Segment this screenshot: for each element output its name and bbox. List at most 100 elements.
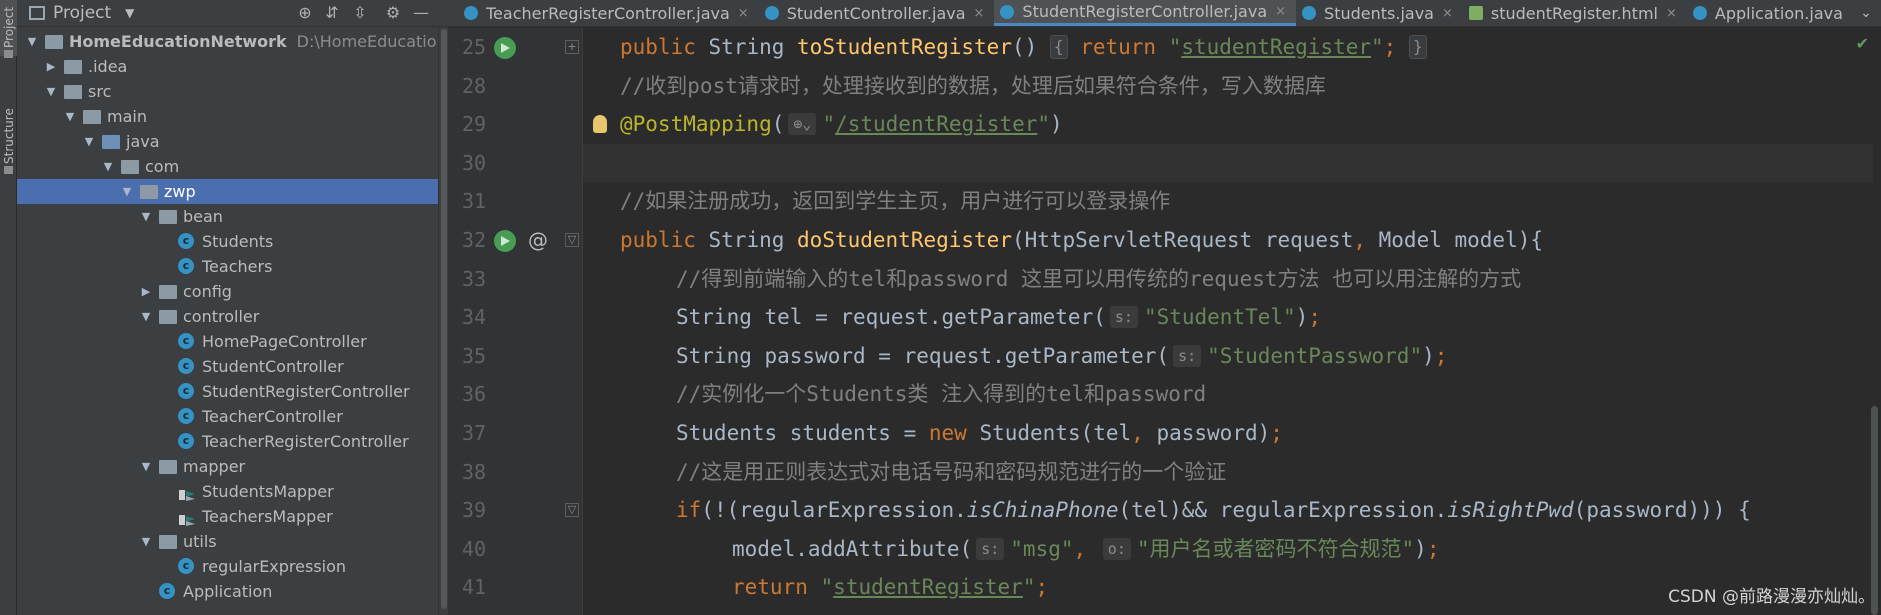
mapper-icon [178,484,196,501]
tree-node[interactable]: c StudentRegisterController [17,379,448,404]
line-number: 41 [461,575,487,599]
at-sign-icon[interactable]: @ [528,221,548,259]
code-line[interactable]: String tel = request.getParameter(s: "Stu… [583,298,1873,336]
tree-node[interactable]: ▼ bean [17,204,448,229]
structure-tool-tab[interactable]: Structure [0,86,17,174]
parameter-hint: s: [1173,345,1202,367]
code-line[interactable]: @PostMapping(⊕⌄ "/studentRegister") [583,105,1873,143]
tree-node[interactable]: c Application [17,579,448,604]
code-line[interactable]: //实例化一个Students类 注入得到的tel和password [583,375,1873,413]
lightbulb-icon[interactable] [593,115,607,133]
scrollbar-thumb[interactable] [441,29,447,609]
tree-node[interactable]: ▼ com [17,154,448,179]
tree-node[interactable]: ▶ .idea [17,54,448,79]
code-line[interactable]: Students students = new Students(tel, pa… [583,414,1873,452]
tree-node[interactable]: ▼ HomeEducationNetworkD:\HomeEducationNet… [17,29,448,54]
code-line[interactable]: String password = request.getParameter(s… [583,337,1873,375]
tree-node[interactable]: ▼ utils [17,529,448,554]
tree-node[interactable]: c TeacherRegisterController [17,429,448,454]
package-icon [159,460,177,474]
editor-tab[interactable]: Students.java × [1296,0,1463,26]
chevron-down-icon[interactable]: ▼ [101,154,115,179]
chevron-down-icon[interactable]: ▼ [44,79,58,104]
tree-node[interactable]: ▼ main [17,104,448,129]
minimize-icon[interactable]: — [411,4,431,22]
tree-node[interactable]: StudentsMapper [17,479,448,504]
close-icon[interactable]: × [1275,4,1286,19]
line-number: 35 [461,344,487,368]
tree-node[interactable]: c regularExpression [17,554,448,579]
collapse-all-icon[interactable]: ⇵ [322,4,342,22]
folded-block-brace[interactable]: { [1049,35,1068,59]
project-panel-scrollbar[interactable] [438,27,448,615]
code-line[interactable]: model.addAttribute(s: "msg", o: "用户名或者密码不符… [583,530,1873,568]
chevron-down-icon[interactable]: ▼ [139,204,153,229]
chevron-down-icon[interactable]: ▼ [25,29,39,54]
tree-node[interactable]: ▼ java [17,129,448,154]
code-editor[interactable]: 25 +28 29 30 31 32 @ ▽ 33 34 35 36 37 38 39 ▽ 40 41 publi… [448,28,1881,615]
tree-node-label: HomePageController [202,332,367,351]
tab-overflow-chevron-icon[interactable]: ⌄ [1851,0,1881,26]
tree-node[interactable]: ▼ controller [17,304,448,329]
tree-node[interactable]: TeachersMapper [17,504,448,529]
editor-tab[interactable]: Application.java [1687,0,1853,26]
package-icon [159,285,177,299]
code-line[interactable]: public String toStudentRegister() { retu… [583,28,1873,66]
fold-marker-icon[interactable]: ▽ [565,233,579,247]
tree-node[interactable]: c Students [17,229,448,254]
code-line[interactable]: //如果注册成功，返回到学生主页，用户进行可以登录操作 [583,182,1873,220]
close-icon[interactable]: × [974,6,985,21]
folder-icon [45,35,63,49]
chevron-down-icon[interactable]: ▼ [139,529,153,554]
code-line[interactable]: //这是用正则表达式对电话号码和密码规范进行的一个验证 [583,453,1873,491]
editor-scrollbar[interactable] [1867,28,1881,615]
gutter-line: 31 [448,182,583,220]
project-tool-tab[interactable]: Project [0,0,17,58]
run-gutter-icon[interactable] [494,230,516,252]
chevron-right-icon[interactable]: ▶ [44,54,58,79]
code-line[interactable]: //收到post请求时，处理接收到的数据，处理后如果符合条件，写入数据库 [583,67,1873,105]
code-area[interactable]: public String toStudentRegister() { retu… [583,28,1873,615]
gear-icon[interactable]: ⚙ [383,4,403,22]
chevron-down-icon[interactable]: ▼ [82,129,96,154]
line-number: 29 [461,112,487,136]
folded-block-brace[interactable]: } [1408,35,1427,59]
run-gutter-icon[interactable] [494,37,516,59]
gutter-line: 29 [448,105,583,143]
editor-tab[interactable]: StudentRegisterController.java × [994,0,1297,26]
tree-node[interactable]: ▼ src [17,79,448,104]
fold-marker-icon[interactable]: + [565,40,579,54]
expand-all-icon[interactable]: ⇳ [350,4,370,22]
editor-tab[interactable]: StudentController.java × [759,0,995,26]
editor-tab[interactable]: TeacherRegisterController.java × [458,0,759,26]
tree-node[interactable]: c Teachers [17,254,448,279]
chevron-right-icon[interactable]: ▶ [139,279,153,304]
code-line[interactable]: public String doStudentRegister(HttpServ… [583,221,1873,259]
tree-node-label: config [183,282,232,301]
line-number: 39 [461,498,487,522]
chevron-down-icon[interactable]: ▼ [139,454,153,479]
tree-node[interactable]: ▶ config [17,279,448,304]
code-line[interactable] [583,144,1873,182]
fold-marker-icon[interactable]: ▽ [565,503,579,517]
tree-node[interactable]: ▼ mapper [17,454,448,479]
tree-node[interactable]: ▼ zwp [17,179,448,204]
chevron-down-icon[interactable]: ▼ [63,104,77,129]
tree-node[interactable]: c HomePageController [17,329,448,354]
close-icon[interactable]: × [1666,6,1677,21]
chevron-down-icon[interactable]: ▼ [139,304,153,329]
code-text: //收到post请求时，处理接收到的数据，处理后如果符合条件，写入数据库 [620,74,1326,98]
close-icon[interactable]: × [1442,6,1453,21]
chevron-down-icon[interactable]: ▼ [120,179,134,204]
tree-node[interactable]: c StudentController [17,354,448,379]
project-panel-title[interactable]: Project [53,3,111,23]
inspection-ok-check-icon[interactable]: ✔ [1856,34,1869,53]
code-line[interactable]: if(!(regularExpression.isChinaPhone(tel)… [583,491,1873,529]
code-line[interactable]: //得到前端输入的tel和password 这里可以用传统的request方法 … [583,260,1873,298]
editor-tab[interactable]: studentRegister.html × [1463,0,1687,26]
close-icon[interactable]: × [738,6,749,21]
class-icon: c [178,383,194,399]
tree-node[interactable]: c TeacherController [17,404,448,429]
chevron-down-icon[interactable]: ▼ [125,6,134,20]
globe-icon[interactable]: ⊕ [295,4,315,22]
